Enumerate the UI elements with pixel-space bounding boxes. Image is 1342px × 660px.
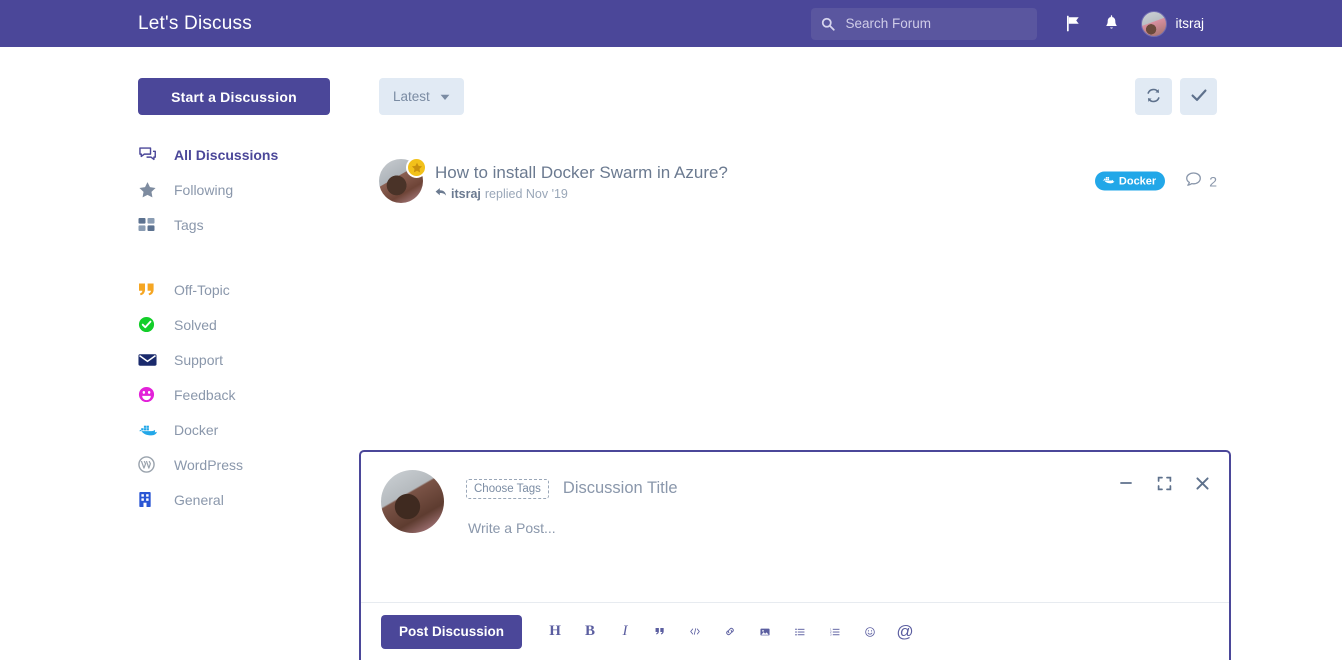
sidebar: Start a Discussion All Discussions Follo… <box>138 78 352 517</box>
sidebar-item-label: WordPress <box>174 456 243 473</box>
docker-whale-icon <box>138 420 160 440</box>
main-content: Latest How to install Docker Swarm in Az… <box>379 78 1217 209</box>
tag-badge-label: Docker <box>1118 175 1157 187</box>
discussion-title-input[interactable] <box>560 478 1021 499</box>
minimize-button[interactable] <box>1117 474 1135 492</box>
sidebar-item-label: All Discussions <box>174 146 279 163</box>
discussion-avatar-wrap <box>379 157 427 203</box>
discussions-icon <box>138 145 160 165</box>
sidebar-item-docker[interactable]: Docker <box>138 412 352 447</box>
heading-icon[interactable]: H <box>544 621 566 643</box>
refresh-button[interactable] <box>1135 78 1172 115</box>
link-icon[interactable] <box>719 621 741 643</box>
image-icon[interactable] <box>754 621 776 643</box>
sidebar-item-all-discussions[interactable]: All Discussions <box>138 137 352 172</box>
tags-grid-icon <box>138 215 160 235</box>
site-logo[interactable]: Let's Discuss <box>138 13 252 35</box>
list-toolbar <box>1135 78 1217 115</box>
comment-count-label: 2 <box>1209 173 1217 189</box>
fullscreen-button[interactable] <box>1155 474 1173 492</box>
discussion-title[interactable]: How to install Docker Swarm in Azure? <box>435 162 728 183</box>
sidebar-item-label: Feedback <box>174 386 236 403</box>
sidebar-item-solved[interactable]: Solved <box>138 307 352 342</box>
search-box[interactable] <box>811 7 1038 40</box>
check-icon <box>1190 86 1208 107</box>
envelope-icon <box>138 350 160 370</box>
discussion-body: How to install Docker Swarm in Azure? it… <box>435 162 728 201</box>
bold-icon[interactable]: B <box>579 621 601 643</box>
blockquote-icon[interactable] <box>649 621 671 643</box>
tag-badge-docker[interactable]: Docker <box>1094 171 1166 191</box>
avatar <box>381 470 444 533</box>
sidebar-item-wordpress[interactable]: WordPress <box>138 447 352 482</box>
chevron-down-icon <box>440 89 450 104</box>
post-body-input[interactable] <box>466 516 1166 576</box>
format-toolbar: H B I 1 2 3 @ <box>544 621 916 643</box>
discussion-activity: replied Nov '19 <box>484 186 568 201</box>
composer-panel: Choose Tags Post Discussion H <box>359 450 1231 660</box>
sidebar-item-off-topic[interactable]: Off-Topic <box>138 272 352 307</box>
sidebar-item-general[interactable]: General <box>138 482 352 517</box>
refresh-icon <box>1145 87 1162 107</box>
smiley-icon <box>138 385 160 405</box>
wordpress-icon <box>138 455 160 475</box>
discussion-author[interactable]: itsraj <box>451 187 481 201</box>
start-discussion-button[interactable]: Start a Discussion <box>138 78 330 115</box>
code-icon[interactable] <box>684 621 706 643</box>
search-input[interactable] <box>843 15 1024 32</box>
comment-count[interactable]: 2 <box>1185 172 1217 191</box>
star-icon <box>138 180 160 200</box>
sidebar-primary-nav: All Discussions Following Tags <box>138 137 352 242</box>
mention-icon[interactable]: @ <box>894 621 916 643</box>
table-row[interactable]: How to install Docker Swarm in Azure? it… <box>379 153 1217 209</box>
sidebar-item-label: Docker <box>174 421 219 438</box>
sidebar-item-label: Tags <box>174 216 204 233</box>
composer-fields: Choose Tags <box>466 470 1166 581</box>
composer-footer: Post Discussion H B I 1 2 3 @ <box>361 602 1229 660</box>
sidebar-item-following[interactable]: Following <box>138 172 352 207</box>
bullet-list-icon[interactable] <box>789 621 811 643</box>
post-discussion-button[interactable]: Post Discussion <box>381 614 523 649</box>
sort-dropdown[interactable]: Latest <box>379 78 464 115</box>
composer-title-row: Choose Tags <box>466 478 1166 499</box>
choose-tags-button[interactable]: Choose Tags <box>466 478 549 499</box>
docker-whale-icon <box>1102 175 1115 188</box>
sidebar-item-feedback[interactable]: Feedback <box>138 377 352 412</box>
discussion-right-meta: Docker 2 <box>1094 171 1217 191</box>
check-circle-icon <box>138 315 160 335</box>
sidebar-item-tags[interactable]: Tags <box>138 207 352 242</box>
reply-arrow-icon <box>435 187 447 201</box>
search-icon <box>821 17 836 31</box>
header-right-cluster: itsraj <box>811 0 1342 47</box>
quote-icon <box>138 280 160 300</box>
close-button[interactable] <box>1193 474 1211 492</box>
emoji-icon[interactable] <box>859 621 881 643</box>
star-badge-icon <box>406 157 427 178</box>
comment-bubble-icon <box>1185 172 1202 191</box>
sidebar-item-label: Off-Topic <box>174 281 230 298</box>
mark-all-read-button[interactable] <box>1180 78 1217 115</box>
flag-icon[interactable] <box>1059 10 1087 38</box>
sidebar-item-label: Support <box>174 351 224 368</box>
sidebar-item-label: Following <box>174 181 234 198</box>
svg-text:3: 3 <box>830 632 832 636</box>
discussion-meta: itsraj replied Nov '19 <box>435 187 728 201</box>
sort-label: Latest <box>393 89 430 104</box>
numbered-list-icon[interactable]: 1 2 3 <box>824 621 846 643</box>
sidebar-tag-nav: Off-Topic Solved Support Feedback Docker… <box>138 272 352 517</box>
bell-icon[interactable] <box>1097 10 1125 38</box>
composer-window-controls <box>1117 474 1211 492</box>
sidebar-item-support[interactable]: Support <box>138 342 352 377</box>
sidebar-item-label: Solved <box>174 316 217 333</box>
avatar[interactable] <box>1141 10 1168 37</box>
top-header: Let's Discuss itsraj <box>0 0 1342 47</box>
italic-icon[interactable]: I <box>614 621 636 643</box>
composer-header: Choose Tags <box>361 452 1229 581</box>
username-label[interactable]: itsraj <box>1175 16 1204 31</box>
building-icon <box>138 490 160 510</box>
sidebar-item-label: General <box>174 491 224 508</box>
